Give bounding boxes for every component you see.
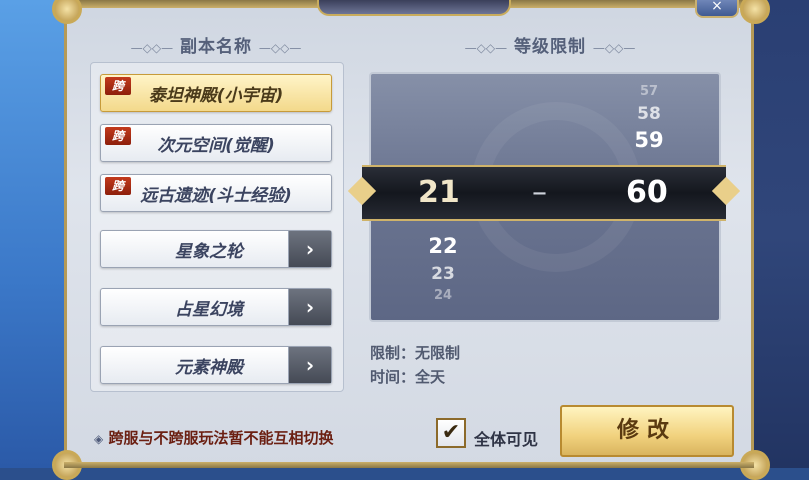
level-limit-title: 等级限制 — [514, 37, 586, 57]
dungeon-name-header: —◇◇— 副本名称 —◇◇— — [130, 37, 302, 57]
chevron-right-icon[interactable]: › — [288, 231, 331, 267]
dungeon-item-element-temple[interactable]: 元素神殿 › — [100, 346, 332, 384]
background-left — [0, 0, 70, 468]
cross-server-badge: 跨 — [105, 77, 131, 95]
max-level-selected[interactable]: 60 — [626, 175, 668, 210]
visible-to-all-checkbox[interactable]: ✔ — [436, 418, 466, 448]
level-limit-header: —◇◇— 等级限制 —◇◇— — [464, 37, 636, 57]
close-icon: × — [711, 0, 723, 14]
chevron-right-icon[interactable]: › — [288, 289, 331, 325]
warning-text: 跨服与不跨服玩法暂不能互相切换 — [108, 429, 334, 447]
dungeon-label: 泰坦神殿(小宇宙) — [148, 85, 284, 106]
close-button[interactable]: × — [695, 0, 739, 18]
dungeon-item-ancient-ruins[interactable]: 跨 远古遗迹(斗士经验) — [100, 174, 332, 212]
checkmark-icon: ✔ — [441, 420, 461, 445]
max-level-option[interactable]: 57 — [629, 84, 669, 99]
dungeon-name-title: 副本名称 — [180, 37, 252, 57]
chevron-right-icon[interactable]: › — [288, 347, 331, 383]
diamond-bullet-icon: ◈ — [94, 432, 104, 446]
dungeon-label: 远古遗迹(斗士经验) — [140, 185, 292, 206]
dungeon-label: 占星幻境 — [175, 299, 243, 320]
dungeon-item-astrology-realm[interactable]: 占星幻境 › — [100, 288, 332, 326]
panel-bottom-border — [64, 462, 754, 468]
cross-server-badge: 跨 — [105, 177, 131, 195]
min-level-option[interactable]: 24 — [423, 288, 463, 303]
min-level-selected[interactable]: 21 — [418, 175, 460, 210]
dungeon-label: 次元空间(觉醒) — [157, 135, 275, 156]
limit-info: 限制：无限制 — [370, 344, 461, 362]
level-selection-band: 21 – 60 — [347, 165, 741, 221]
dungeon-label: 星象之轮 — [175, 241, 243, 262]
max-level-option[interactable]: 59 — [629, 128, 669, 152]
dungeon-label: 元素神殿 — [175, 357, 243, 378]
title-plaque — [317, 0, 511, 16]
min-level-option[interactable]: 22 — [423, 234, 463, 258]
time-info: 时间：全天 — [370, 368, 446, 386]
cross-server-badge: 跨 — [105, 127, 131, 145]
max-level-option[interactable]: 58 — [629, 104, 669, 124]
dungeon-item-astral-wheel[interactable]: 星象之轮 › — [100, 230, 332, 268]
dungeon-item-titan-temple[interactable]: 跨 泰坦神殿(小宇宙) — [100, 74, 332, 112]
level-range-separator: – — [532, 175, 547, 210]
modify-button[interactable]: 修改 — [560, 405, 734, 457]
min-level-option[interactable]: 23 — [423, 264, 463, 284]
cross-server-warning: ◈ 跨服与不跨服玩法暂不能互相切换 — [94, 427, 333, 448]
dungeon-item-dimension-space[interactable]: 跨 次元空间(觉醒) — [100, 124, 332, 162]
visible-to-all-label[interactable]: 全体可见 — [474, 426, 538, 450]
